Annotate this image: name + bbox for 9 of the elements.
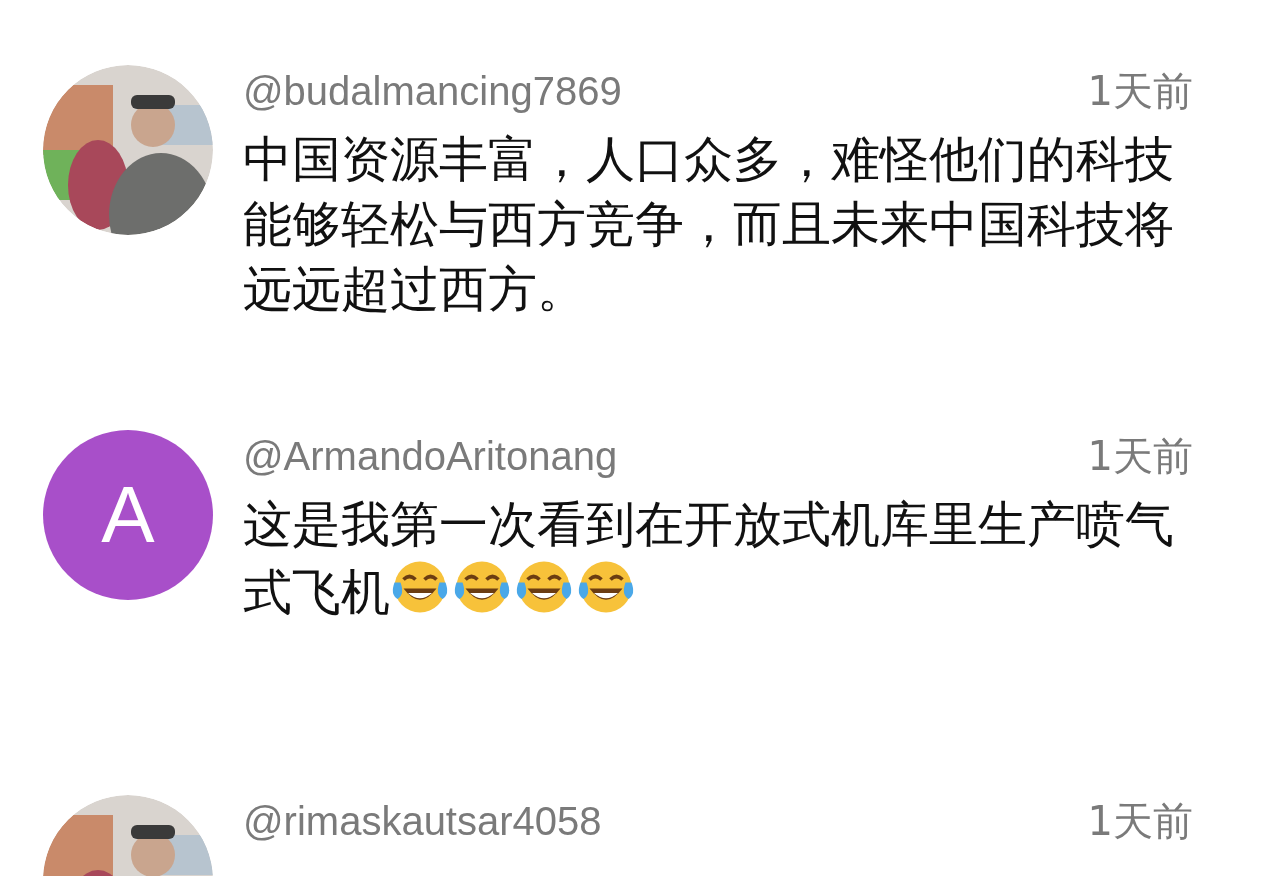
username[interactable]: @budalmancing7869 xyxy=(243,68,622,114)
timestamp: 1天前 xyxy=(1087,66,1193,116)
username[interactable]: @rimaskautsar4058 xyxy=(243,798,602,844)
comment-text: 中国资源丰富，人口众多，难怪他们的科技能够轻松与西方竞争，而且未来中国科技将远远超过西方。 xyxy=(243,130,1175,320)
avatar[interactable]: A xyxy=(43,430,213,600)
username[interactable]: @ArmandoAritonang xyxy=(243,433,618,479)
timestamp: 1天前 xyxy=(1087,431,1193,481)
timestamp: 1天前 xyxy=(1087,796,1193,846)
comment-text: 这是我第一次看到在开放式机库里生产喷气式飞机 xyxy=(243,495,1175,623)
